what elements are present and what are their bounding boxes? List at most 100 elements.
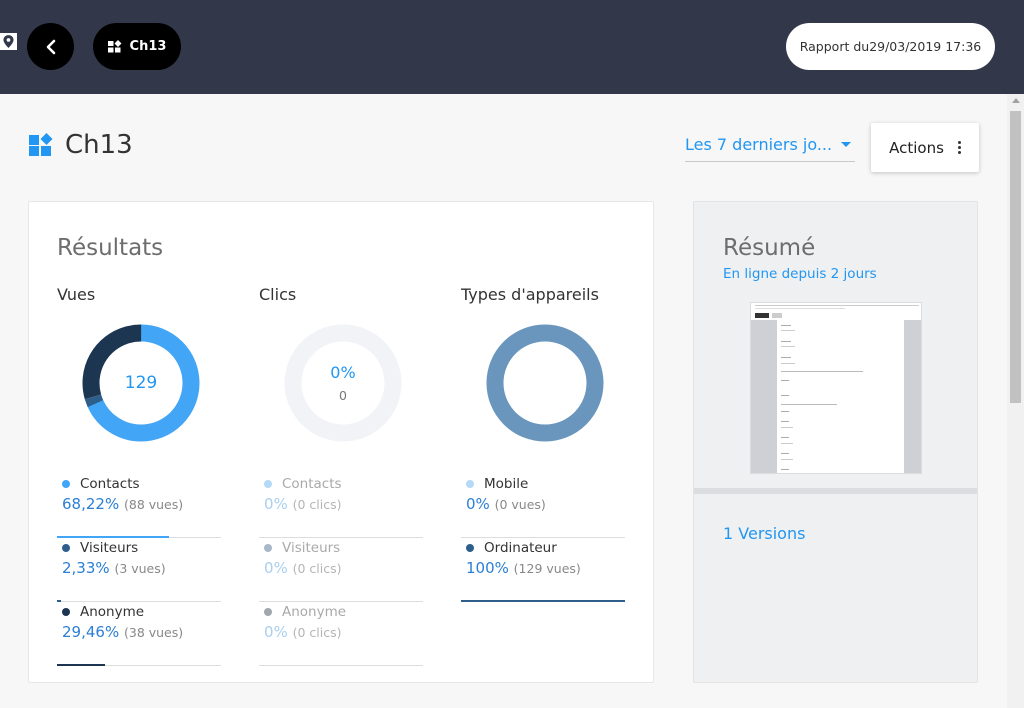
- legend-item-detail: (3 vues): [114, 561, 166, 576]
- legend-dot-icon: [264, 608, 272, 616]
- page-header: Ch13: [29, 130, 133, 160]
- legend-item: Contacts 0% (0 clics): [259, 474, 423, 538]
- views-donut-chart: 129: [79, 321, 203, 445]
- legend-item-label: Ordinateur: [484, 540, 557, 556]
- legend-item-name-row: Contacts: [57, 474, 221, 494]
- versions-link[interactable]: 1 Versions: [723, 524, 805, 543]
- legend-dot-icon: [466, 480, 474, 488]
- legend-item-percent: 0%: [264, 623, 288, 641]
- breadcrumb-label: Ch13: [129, 39, 167, 54]
- legend-item: Visiteurs 2,33% (3 vues): [57, 538, 221, 602]
- legend-item-value: 2,33% (3 vues): [57, 559, 221, 577]
- devices-legend: Mobile 0% (0 vues) Ordinateur 100% (129 vue…: [461, 474, 625, 602]
- views-legend: Contacts 68,22% (88 vues) Visiteurs 2,33% (…: [57, 474, 221, 666]
- chevron-left-icon: [46, 39, 55, 54]
- legend-item-label: Anonyme: [80, 604, 145, 620]
- top-bar: Ch13 Rapport du29/03/2019 17:36: [0, 0, 1024, 94]
- legend-item-value: 100% (129 vues): [461, 559, 625, 577]
- legend-item-name-row: Ordinateur: [461, 538, 625, 558]
- clicks-donut-center: 0% 0: [281, 321, 405, 445]
- summary-divider: [694, 488, 977, 494]
- views-total: 129: [124, 373, 158, 393]
- views-title: Vues: [57, 285, 96, 304]
- back-button[interactable]: [27, 23, 74, 70]
- page-builder-icon: [29, 133, 53, 156]
- caret-down-icon: [841, 142, 851, 147]
- page-preview-thumbnail[interactable]: [750, 302, 922, 474]
- legend-item-detail: (0 clics): [292, 561, 342, 576]
- legend-item-percent: 29,46%: [62, 623, 120, 641]
- legend-item-percent: 68,22%: [62, 495, 120, 513]
- donut-segment-ordinateur: [486, 324, 604, 442]
- results-card: Résultats Vues 129 Contacts 68,22% (88 vu…: [28, 201, 654, 683]
- legend-dot-icon: [62, 480, 70, 488]
- clicks-percent: 0%: [330, 363, 356, 382]
- clicks-column: Clics 0% 0 Contacts 0% (0 clics) Visiteurs…: [259, 285, 423, 666]
- views-donut-center: 129: [79, 321, 203, 445]
- legend-item: Anonyme 0% (0 clics): [259, 602, 423, 666]
- clicks-legend: Contacts 0% (0 clics) Visiteurs 0% (0 clics…: [259, 474, 423, 666]
- legend-dot-icon: [62, 544, 70, 552]
- summary-title: Résumé: [723, 235, 816, 261]
- legend-item-name-row: Mobile: [461, 474, 625, 494]
- legend-item-label: Mobile: [484, 476, 529, 492]
- page-title: Ch13: [65, 130, 133, 160]
- location-pin-icon: [0, 33, 17, 50]
- views-column: Vues 129 Contacts 68,22% (88 vues) Visiteu…: [57, 285, 221, 666]
- summary-card: Résumé En ligne depuis 2 jours 1 Version…: [693, 201, 978, 683]
- breadcrumb-button[interactable]: Ch13: [93, 23, 181, 70]
- devices-donut-svg: [486, 324, 604, 442]
- legend-item-detail: (88 vues): [123, 497, 184, 512]
- legend-item-name-row: Visiteurs: [57, 538, 221, 558]
- legend-share-bar: [461, 600, 625, 602]
- legend-dot-icon: [466, 544, 474, 552]
- clicks-donut-chart: 0% 0: [281, 321, 405, 445]
- clicks-title: Clics: [259, 285, 297, 304]
- legend-item-value: 0% (0 clics): [259, 495, 423, 513]
- legend-item-detail: (0 clics): [292, 625, 342, 640]
- more-vertical-icon: [957, 141, 961, 154]
- legend-item-detail: (129 vues): [513, 561, 581, 576]
- devices-column: Types d'appareils Mobile 0% (0 vues) Ordin…: [461, 285, 625, 602]
- legend-dot-icon: [264, 544, 272, 552]
- scroll-thumb[interactable]: [1010, 111, 1021, 403]
- legend-item-label: Contacts: [282, 476, 342, 492]
- legend-item-label: Anonyme: [282, 604, 347, 620]
- results-title: Résultats: [57, 235, 164, 261]
- page-scrollbar[interactable]: [1007, 94, 1024, 708]
- legend-item-value: 0% (0 clics): [259, 559, 423, 577]
- legend-item-name-row: Anonyme: [57, 602, 221, 622]
- legend-item-percent: 100%: [466, 559, 509, 577]
- legend-item-value: 0% (0 clics): [259, 623, 423, 641]
- legend-item: Visiteurs 0% (0 clics): [259, 538, 423, 602]
- legend-item-detail: (38 vues): [123, 625, 184, 640]
- report-date-label: Rapport du29/03/2019 17:36: [799, 39, 982, 54]
- legend-item-percent: 0%: [466, 495, 490, 513]
- legend-item: Anonyme 29,46% (38 vues): [57, 602, 221, 666]
- legend-dot-icon: [62, 608, 70, 616]
- legend-share-bar: [57, 664, 106, 666]
- legend-item-value: 29,46% (38 vues): [57, 623, 221, 641]
- legend-item-name-row: Visiteurs: [259, 538, 423, 558]
- period-select[interactable]: Les 7 derniers jo...: [685, 128, 855, 162]
- devices-title: Types d'appareils: [461, 285, 599, 304]
- legend-item-percent: 0%: [264, 559, 288, 577]
- legend-item-percent: 0%: [264, 495, 288, 513]
- legend-item: Contacts 68,22% (88 vues): [57, 474, 221, 538]
- legend-item-value: 68,22% (88 vues): [57, 495, 221, 513]
- legend-divider: [259, 665, 423, 666]
- legend-item: Mobile 0% (0 vues): [461, 474, 625, 538]
- actions-button-label: Actions: [889, 138, 944, 157]
- legend-item-detail: (0 clics): [292, 497, 342, 512]
- clicks-total: 0: [339, 388, 347, 403]
- summary-subtitle: En ligne depuis 2 jours: [723, 266, 877, 282]
- legend-item: Ordinateur 100% (129 vues): [461, 538, 625, 602]
- period-select-value: Les 7 derniers jo...: [685, 135, 833, 154]
- legend-item-label: Visiteurs: [80, 540, 139, 556]
- scroll-up-icon[interactable]: [1007, 98, 1024, 108]
- legend-item-label: Contacts: [80, 476, 140, 492]
- page-preview-image: [751, 303, 921, 473]
- legend-item-name-row: Anonyme: [259, 602, 423, 622]
- actions-button[interactable]: Actions: [871, 123, 979, 172]
- legend-item-label: Visiteurs: [282, 540, 341, 556]
